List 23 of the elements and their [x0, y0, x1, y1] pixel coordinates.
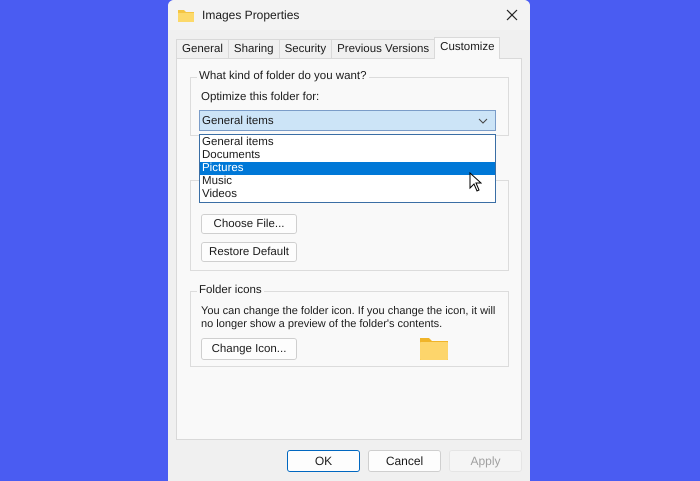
folder-type-dropdown[interactable]: General items [199, 110, 496, 131]
window-title: Images Properties [202, 8, 300, 22]
tab[interactable]: General [176, 39, 229, 58]
group-title: What kind of folder do you want? [197, 70, 368, 82]
dropdown-option[interactable]: Music [200, 175, 495, 188]
change-icon-button[interactable]: Change Icon... [201, 338, 297, 360]
action-button[interactable]: Choose File... [201, 214, 297, 234]
pointer-cursor-icon [469, 172, 482, 192]
folder-icon [420, 338, 448, 360]
dropdown-option[interactable]: General items [200, 136, 495, 149]
action-button[interactable]: Restore Default [201, 242, 297, 262]
field-label: Optimize this folder for: [201, 91, 320, 103]
description-text: You can change the folder icon. If you change the icon, it will no longer show a preview of the folder's contents. [201, 305, 496, 331]
close-icon[interactable] [506, 9, 518, 21]
dropdown-option[interactable]: Pictures [200, 162, 495, 175]
dialog-button[interactable]: Cancel [368, 450, 441, 472]
dialog-button[interactable]: OK [287, 450, 360, 472]
dropdown-option[interactable]: Documents [200, 149, 495, 162]
chevron-icon [478, 118, 488, 124]
group-title: Folder icons [197, 284, 264, 296]
dropdown-option[interactable]: Videos [200, 188, 495, 201]
folder-icon [178, 8, 194, 22]
tab[interactable]: Customize [434, 37, 500, 59]
